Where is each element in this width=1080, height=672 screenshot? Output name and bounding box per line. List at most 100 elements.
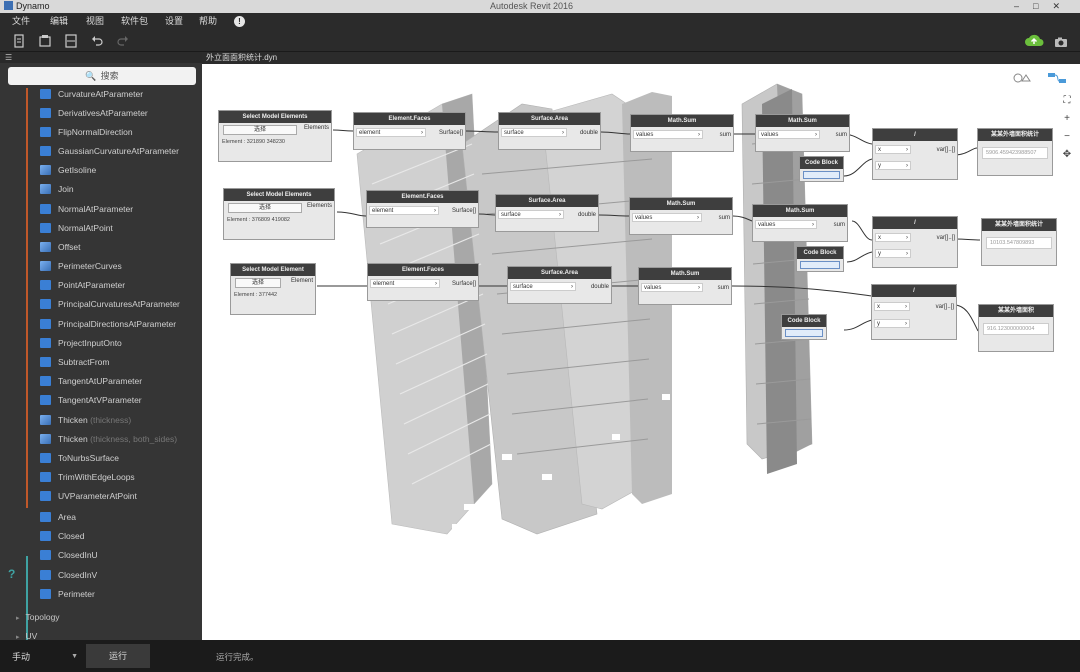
math-sum-node-2[interactable]: Math.Sum values › sum xyxy=(755,114,850,152)
code-editor[interactable] xyxy=(785,329,823,337)
caret-down-icon: ▼ xyxy=(71,653,78,660)
method-icon xyxy=(40,280,51,290)
menu-edit[interactable]: 编辑 xyxy=(50,13,68,30)
select-model-element-node-3[interactable]: Select Model Element 选择 Element Element :… xyxy=(230,263,316,315)
menu-packages[interactable]: 软件包 xyxy=(121,13,148,30)
element-faces-node-3[interactable]: Element.Faces element › Surface[] xyxy=(367,263,479,301)
property-icon xyxy=(40,512,51,522)
watch-node-2[interactable]: 某某外墙面积统计 10103.547809893 xyxy=(981,218,1057,266)
chevron-right-icon: ▸ xyxy=(16,615,20,622)
watch-node-1[interactable]: 某某外墙面积统计 5906.459423988507 xyxy=(977,128,1053,176)
select-button[interactable]: 选择 xyxy=(235,278,281,288)
zoom-out-icon[interactable]: − xyxy=(1058,128,1076,146)
library-search-input[interactable]: 🔍 搜索 xyxy=(8,67,196,85)
property-icon xyxy=(40,531,51,541)
menu-settings[interactable]: 设置 xyxy=(165,13,183,30)
chevron-right-icon: › xyxy=(697,215,699,221)
search-placeholder: 搜索 xyxy=(100,71,119,81)
method-icon xyxy=(40,434,51,444)
workspace-canvas[interactable]: Select Model Elements 选择 Elements Element… xyxy=(202,64,1080,640)
method-icon xyxy=(40,395,51,405)
redo-icon[interactable] xyxy=(116,34,130,48)
node-value: Element : 377442 xyxy=(234,292,278,298)
method-icon xyxy=(40,89,51,99)
chevron-right-icon: › xyxy=(562,130,564,136)
workspace-tab-bar: 外立面面积统计.dyn xyxy=(202,52,1080,64)
element-faces-node-1[interactable]: Element.Faces element › Surface[] xyxy=(353,112,466,150)
method-icon xyxy=(40,415,51,425)
menu-file[interactable]: 文件 xyxy=(12,13,30,30)
surface-area-node-3[interactable]: Surface.Area surface › double xyxy=(507,266,612,304)
run-status: 运行完成。 xyxy=(216,652,259,662)
chevron-right-icon: › xyxy=(906,147,908,153)
code-block-node-1[interactable]: Code Block xyxy=(799,156,844,182)
chevron-right-icon: › xyxy=(815,132,817,138)
select-model-elements-node-1[interactable]: Select Model Elements 选择 Elements Element… xyxy=(218,110,332,162)
run-mode-dropdown[interactable]: 手动 ▼ xyxy=(8,648,84,666)
method-icon xyxy=(40,491,51,501)
method-icon xyxy=(40,127,51,137)
run-button[interactable]: 运行 xyxy=(86,644,150,668)
menu-help[interactable]: 帮助 xyxy=(199,13,217,30)
method-icon xyxy=(40,299,51,309)
tree-guide-create xyxy=(26,88,28,508)
surface-area-node-2[interactable]: Surface.Area surface › double xyxy=(495,194,599,232)
save-icon[interactable] xyxy=(64,34,78,48)
camera-icon[interactable] xyxy=(1054,35,1068,47)
tab-workspace[interactable]: 外立面面积统计.dyn xyxy=(206,52,277,64)
zoom-fit-icon[interactable]: ⛶ xyxy=(1058,92,1076,110)
zoom-in-icon[interactable]: + xyxy=(1058,110,1076,128)
code-editor[interactable] xyxy=(800,261,840,269)
undo-icon[interactable] xyxy=(90,34,104,48)
select-button[interactable]: 选择 xyxy=(223,125,297,135)
code-block-node-2[interactable]: Code Block xyxy=(796,246,844,272)
notification-icon[interactable]: ! xyxy=(234,16,245,27)
chevron-right-icon: › xyxy=(812,222,814,228)
graph-view-toggle-icon[interactable] xyxy=(1047,71,1067,87)
dynamo-app-icon xyxy=(4,1,13,10)
watch-value: 10103.547809893 xyxy=(986,237,1052,249)
element-faces-node-2[interactable]: Element.Faces element › Surface[] xyxy=(366,190,479,228)
node-value: Element : 376809 419082 xyxy=(227,217,290,223)
menu-view[interactable]: 视图 xyxy=(86,13,104,30)
method-icon xyxy=(40,319,51,329)
math-sum-node-5[interactable]: Math.Sum values › sum xyxy=(638,267,732,305)
code-block-node-3[interactable]: Code Block xyxy=(781,314,827,340)
open-icon[interactable] xyxy=(38,34,52,48)
divide-node-2[interactable]: / x › var[]..[] y › xyxy=(872,216,958,268)
math-sum-node-3[interactable]: Math.Sum values › sum xyxy=(629,197,733,235)
node-value: Element : 321890 348230 xyxy=(222,139,285,145)
chevron-right-icon: › xyxy=(434,208,436,214)
property-icon xyxy=(40,570,51,580)
hamburger-icon[interactable]: ☰ xyxy=(5,53,12,62)
method-icon xyxy=(40,357,51,367)
library-category-topology[interactable]: ▸ Topology xyxy=(16,609,60,625)
property-icon xyxy=(40,589,51,599)
chevron-right-icon: › xyxy=(698,132,700,138)
property-icon xyxy=(40,550,51,560)
watch-value: 5906.459423988507 xyxy=(982,147,1048,159)
method-icon xyxy=(40,223,51,233)
chevron-right-icon: › xyxy=(435,281,437,287)
divide-node-1[interactable]: / x › var[]..[] y › xyxy=(872,128,958,180)
select-model-elements-node-2[interactable]: Select Model Elements 选择 Elements Element… xyxy=(223,188,335,240)
window-title-bar: Dynamo Autodesk Revit 2016 –□✕ xyxy=(0,0,1080,13)
toolbar xyxy=(0,30,1080,52)
cloud-sync-icon[interactable] xyxy=(1024,33,1044,48)
math-sum-node-1[interactable]: Math.Sum values › sum xyxy=(630,114,734,152)
divide-node-3[interactable]: / x › var[]..[] y › xyxy=(871,284,957,340)
window-controls[interactable]: –□✕ xyxy=(1014,0,1074,13)
code-editor[interactable] xyxy=(803,171,840,179)
background-preview-toggle-icon[interactable] xyxy=(1012,72,1032,86)
method-icon xyxy=(40,338,51,348)
zoom-controls: ⛶ + − ✥ xyxy=(1058,92,1076,166)
math-sum-node-4[interactable]: Math.Sum values › sum xyxy=(752,204,848,242)
new-file-icon[interactable] xyxy=(12,34,26,48)
watch-node-3[interactable]: 某某外墙面积 916.123000000004 xyxy=(978,304,1054,352)
chevron-right-icon: › xyxy=(906,251,908,257)
chevron-right-icon: › xyxy=(571,284,573,290)
chevron-right-icon: › xyxy=(421,130,423,136)
select-button[interactable]: 选择 xyxy=(228,203,302,213)
surface-area-node-1[interactable]: Surface.Area surface › double xyxy=(498,112,601,150)
pan-icon[interactable]: ✥ xyxy=(1058,146,1076,164)
